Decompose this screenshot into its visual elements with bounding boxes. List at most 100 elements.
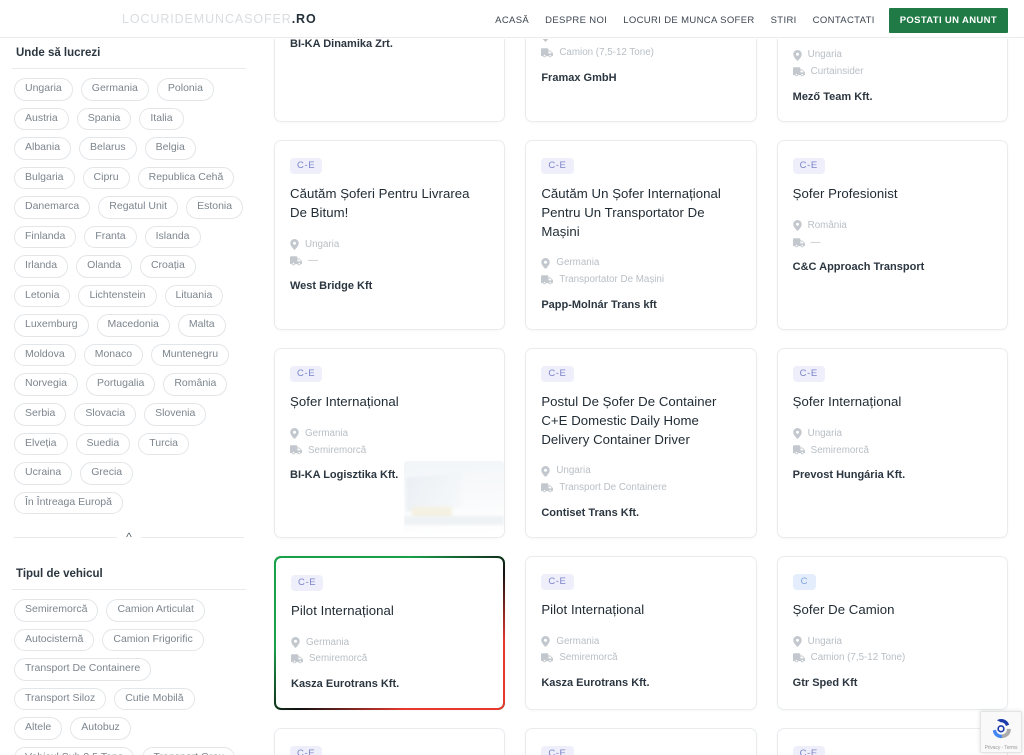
filter-chip-location-40[interactable]: Grecia — [80, 462, 134, 485]
filter-chip-location-12[interactable]: Danemarca — [14, 196, 91, 219]
filter-group-location: Unde să lucrezi Ungaria Germania Polonia Au… — [12, 39, 246, 546]
filter-chip-location-20[interactable]: Croația — [139, 255, 196, 278]
filter-chip-location-3[interactable]: Austria — [14, 107, 69, 131]
job-card[interactable]: Tractor Cu Remorcă MAN De 12 ToneUngaria… — [776, 39, 1008, 122]
job-company: Framax GmbH — [541, 72, 617, 85]
job-card[interactable]: Austria Notificare AustriacăAustriaCamio… — [525, 39, 757, 122]
filter-chip-location-32[interactable]: România — [163, 373, 228, 397]
filter-chip-location-15[interactable]: Finlanda — [14, 225, 77, 249]
job-category-badge: C — [792, 573, 817, 590]
job-listing-area: Ungaria—BI-KA Dinamika Zrt.Austria Notif… — [258, 39, 1024, 755]
job-company: C&C Approach Transport — [792, 261, 925, 274]
truck-icon — [291, 654, 303, 664]
filter-chip-location-26[interactable]: Malta — [177, 314, 226, 337]
job-card[interactable]: C Șofer De Camion Ungaria Camion (7,5-12 To… — [776, 555, 1008, 710]
filter-chip-location-28[interactable]: Monaco — [83, 343, 144, 367]
nav-item-acasa[interactable]: ACASĂ — [487, 9, 537, 32]
location-pin-icon — [792, 220, 802, 232]
location-pin-icon — [541, 257, 551, 269]
job-title: Căutăm Șoferi Pentru Livrarea De Bitum! — [290, 186, 470, 220]
filter-chip-vehicle-3[interactable]: Camion Frigorific — [102, 628, 204, 652]
job-location-row: Ungaria — [792, 636, 992, 648]
filter-chip-location-2[interactable]: Polonia — [156, 78, 214, 101]
filter-chip-location-36[interactable]: Elveția — [14, 432, 68, 456]
job-card[interactable]: C-E Șofer Internațional Ungaria Semiremorcă… — [776, 347, 1008, 538]
filter-chip-location-25[interactable]: Macedonia — [96, 314, 170, 337]
filter-chip-location-24[interactable]: Luxemburg — [14, 314, 89, 337]
filter-chip-location-14[interactable]: Estonia — [186, 196, 244, 219]
job-card[interactable]: Ungaria—BI-KA Dinamika Zrt. — [274, 39, 506, 122]
job-location-row: Germania — [290, 428, 489, 440]
filter-chip-location-38[interactable]: Turcia — [138, 432, 190, 456]
job-card[interactable]: C-E Postul De Șofer De Container C+E Dome… — [525, 347, 757, 538]
job-vehicle: Curtainsider — [810, 66, 864, 78]
filter-chip-location-9[interactable]: Bulgaria — [14, 166, 75, 190]
filter-chip-location-13[interactable]: Regatul Unit — [98, 196, 179, 219]
filter-chip-vehicle-10[interactable]: Transport Greu — [142, 746, 236, 755]
collapse-location-button[interactable]: ^ — [14, 528, 244, 546]
post-ad-button[interactable]: POSTATI UN ANUNT — [888, 8, 1008, 33]
job-card[interactable]: C-E Pilot Internațional Germania Semiremorc… — [274, 555, 506, 710]
job-location: Ungaria — [807, 427, 842, 439]
filter-chip-location-6[interactable]: Albania — [14, 137, 72, 160]
filter-chip-location-41[interactable]: În Întreaga Europă — [14, 491, 123, 515]
job-card[interactable]: C-E Șofer Internațional Germania Semiremorc… — [274, 347, 506, 538]
filter-chip-location-30[interactable]: Norvegia — [14, 373, 79, 397]
filter-chip-location-34[interactable]: Slovacia — [74, 403, 137, 426]
job-location: Ungaria — [305, 238, 340, 250]
nav-item-despre-noi[interactable]: DESPRE NOI — [537, 9, 615, 32]
filter-chip-location-4[interactable]: Spania — [76, 107, 132, 131]
filter-chip-location-23[interactable]: Lituania — [164, 284, 224, 308]
filter-chip-location-39[interactable]: Ucraina — [14, 462, 73, 485]
nav-item-contactati[interactable]: CONTACTATI — [805, 9, 883, 32]
truck-icon — [792, 445, 805, 455]
job-card[interactable]: C-ECăutăm Un Șofer Pentru Combinația Noa… — [274, 727, 506, 755]
filter-chip-location-1[interactable]: Germania — [80, 78, 149, 101]
location-pin-icon — [541, 465, 551, 477]
filter-chip-location-7[interactable]: Belarus — [79, 137, 137, 160]
site-logo[interactable]: LOCURIDEMUNCASOFER.RO — [122, 12, 317, 26]
filter-chip-location-19[interactable]: Olanda — [76, 255, 132, 278]
filter-chip-location-33[interactable]: Serbia — [14, 403, 67, 426]
filter-chip-location-22[interactable]: Lichtenstein — [78, 284, 157, 308]
job-vehicle-row: Semiremorcă — [291, 653, 488, 665]
nav-item-stiri[interactable]: STIRI — [763, 9, 805, 32]
filter-chip-vehicle-2[interactable]: Autocisternă — [14, 628, 95, 652]
filter-chip-location-35[interactable]: Slovenia — [144, 403, 207, 426]
filter-chip-location-10[interactable]: Cipru — [82, 166, 130, 190]
job-title: Șofer Profesionist — [792, 186, 898, 202]
filter-chip-location-27[interactable]: Moldova — [14, 343, 76, 367]
recaptcha-icon — [992, 717, 1011, 739]
filter-chip-location-31[interactable]: Portugalia — [86, 373, 156, 397]
recaptcha-privacy-terms[interactable]: Privacy - Terms — [981, 745, 1021, 751]
filter-chip-vehicle-8[interactable]: Autobuz — [70, 717, 131, 740]
recaptcha-badge[interactable]: Privacy - Terms — [980, 711, 1022, 753]
job-company: Kasza Eurotrans Kft. — [291, 678, 400, 691]
filter-chip-location-0[interactable]: Ungaria — [14, 78, 73, 101]
filter-chip-location-5[interactable]: Italia — [139, 107, 184, 131]
nav-item-locuri-de-munca-sofer[interactable]: LOCURI DE MUNCA SOFER — [615, 9, 762, 32]
job-card[interactable]: C-E Căutăm Șoferi Pentru Livrarea De Bitu… — [274, 139, 506, 330]
filter-chip-vehicle-6[interactable]: Cutie Mobilă — [114, 687, 195, 711]
job-vehicle: — — [308, 255, 318, 267]
job-card[interactable]: C-E Pilot Internațional Germania Semiremorc… — [525, 555, 757, 710]
filter-chip-location-29[interactable]: Muntenegru — [151, 343, 230, 367]
filter-chip-vehicle-9[interactable]: Vehicul Sub 3,5 Tone — [14, 746, 135, 755]
filter-chip-location-8[interactable]: Belgia — [144, 137, 196, 160]
filter-chip-vehicle-4[interactable]: Transport De Containere — [14, 658, 152, 681]
filter-chip-location-18[interactable]: Irlanda — [14, 255, 69, 278]
filter-chip-location-21[interactable]: Letonia — [14, 284, 71, 308]
job-card[interactable]: C-E Șofer Profesionist România — C&C Approac… — [776, 139, 1008, 330]
filter-chip-location-17[interactable]: Islanda — [144, 225, 201, 249]
job-vehicle-row: Transport De Containere — [541, 482, 740, 494]
filter-chip-vehicle-5[interactable]: Transport Siloz — [14, 687, 107, 711]
filter-chip-location-11[interactable]: Republica Cehă — [137, 166, 235, 190]
filter-chip-vehicle-0[interactable]: Semiremorcă — [14, 599, 99, 622]
filter-chip-location-16[interactable]: Franta — [84, 225, 137, 249]
job-card[interactable]: C-ECategoria De Șoferi C Și EUngaria — [525, 727, 757, 755]
filter-chip-vehicle-7[interactable]: Altele — [14, 717, 63, 740]
job-card[interactable]: C-E Căutăm Un Șofer Internațional Pentru … — [525, 139, 757, 330]
filter-chip-vehicle-1[interactable]: Camion Articulat — [106, 599, 205, 622]
filter-chip-location-37[interactable]: Suedia — [75, 432, 131, 456]
job-card[interactable]: C-EȘofer De CamionGermania — [776, 727, 1008, 755]
